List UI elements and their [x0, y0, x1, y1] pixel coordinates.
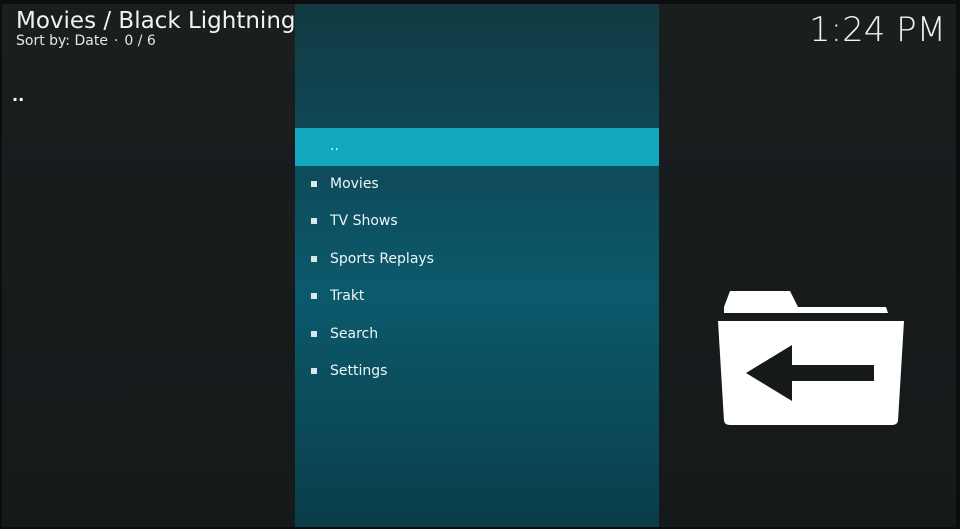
folder-back-icon: [718, 291, 904, 425]
bullet: [311, 218, 317, 224]
menu-item-label: Settings: [330, 363, 388, 379]
item-count: 0 / 6: [124, 33, 156, 49]
bullet: [311, 330, 317, 337]
menu-list: .. Movies TV Shows Sports Replays Trakt …: [295, 128, 659, 391]
clock: 1:24 PM: [809, 10, 946, 50]
bullet: [311, 255, 317, 262]
bullet: [311, 368, 317, 374]
menu-item-parent[interactable]: ..: [295, 128, 659, 166]
menu-item-label: ..: [330, 138, 339, 154]
separator: ·: [113, 33, 119, 49]
sort-info: Sort by: Date · 0 / 6: [16, 32, 156, 50]
menu-item-label: Trakt: [330, 288, 365, 304]
menu-item-label: Sports Replays: [330, 250, 434, 267]
menu-item-trakt[interactable]: Trakt: [295, 278, 659, 316]
sort-label[interactable]: Sort by: Date: [16, 33, 108, 49]
menu-item-label: TV Shows: [330, 213, 398, 229]
menu-item-movies[interactable]: Movies: [295, 166, 659, 204]
menu-panel: .. Movies TV Shows Sports Replays Trakt …: [295, 4, 659, 527]
menu-item-sports-replays[interactable]: Sports Replays: [295, 241, 659, 279]
bullet: [311, 293, 317, 299]
menu-item-label: Movies: [330, 175, 379, 192]
bullet: [311, 180, 317, 187]
menu-item-search[interactable]: Search: [295, 316, 659, 354]
menu-item-label: Search: [330, 325, 379, 342]
menu-item-settings[interactable]: Settings: [295, 353, 659, 391]
parent-folder-item[interactable]: ..: [12, 86, 24, 106]
menu-item-tv-shows[interactable]: TV Shows: [295, 203, 659, 241]
kodi-screen: Movies / Black Lightning Sort by: Date · 0…: [2, 4, 956, 527]
